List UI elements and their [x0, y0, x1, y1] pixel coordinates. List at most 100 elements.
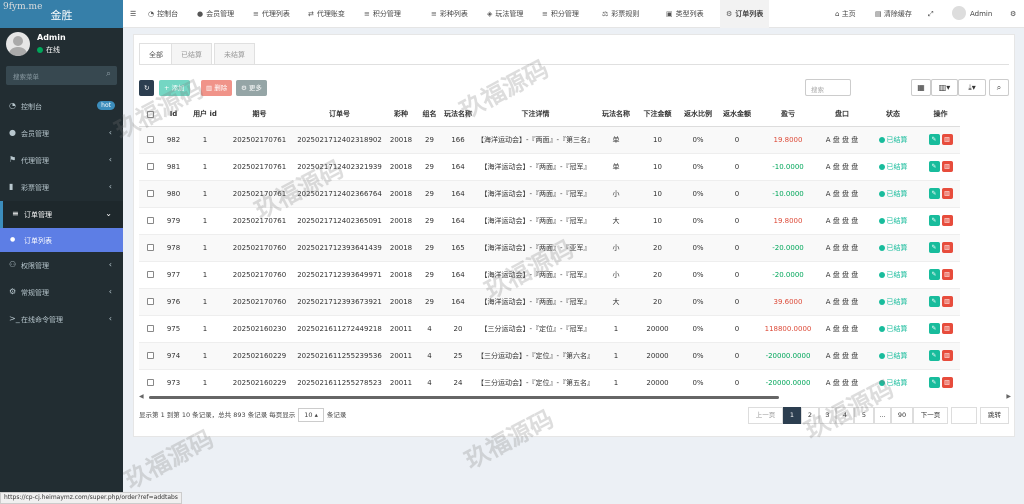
delete-icon[interactable]: ▥	[941, 350, 953, 361]
tab-all[interactable]: 全部	[139, 43, 173, 65]
sidebar-item-6[interactable]: ⚇ 权限管理 ‹	[0, 252, 123, 279]
top-avatar[interactable]	[952, 6, 966, 20]
page-button-0[interactable]: 上一页	[748, 407, 783, 424]
row-checkbox[interactable]	[139, 206, 161, 234]
topnav-tab-label: 类型列表	[675, 10, 704, 18]
sidebar-item-1[interactable]: ● 会员管理 ‹	[0, 120, 123, 147]
topnav-tab-7[interactable]: ≡ 积分管理	[542, 0, 579, 28]
user-icon: ●	[197, 10, 204, 18]
columns-icon[interactable]: ▥▾	[931, 79, 958, 96]
user-status: 在线	[37, 45, 60, 55]
menu-search-input[interactable]: 搜索菜单 ⌕	[6, 66, 117, 85]
fullscreen-icon[interactable]: ⤢	[928, 0, 934, 28]
table-cell: 29	[418, 125, 441, 153]
sidebar-item-8[interactable]: >_ 在线命令管理 ‹	[0, 306, 123, 333]
column-header[interactable]: 彩种	[384, 103, 418, 127]
sidebar-item-2[interactable]: ⚑ 代理管理 ‹	[0, 147, 123, 174]
topnav-tab-8[interactable]: ⚖ 彩票规则	[602, 0, 639, 28]
column-header[interactable]: 期号	[224, 103, 295, 127]
edit-icon[interactable]: ✎	[928, 296, 940, 307]
topnav-tab-6[interactable]: ◈ 玩法管理	[487, 0, 523, 28]
edit-icon[interactable]: ✎	[928, 134, 940, 145]
sidebar-item-3[interactable]: ▮ 彩票管理 ‹	[0, 174, 123, 201]
page-button-7[interactable]: 90	[891, 407, 913, 424]
table-cell: 0%	[679, 125, 717, 153]
tab-settled[interactable]: 已结算	[171, 43, 212, 65]
jump-button[interactable]: 跳转	[980, 407, 1009, 424]
row-checkbox[interactable]	[139, 368, 161, 396]
delete-icon[interactable]: ▥	[941, 296, 953, 307]
home-link[interactable]: ⌂ 主页	[835, 0, 856, 28]
column-header[interactable]: 盈亏	[757, 103, 819, 127]
edit-icon[interactable]: ✎	[928, 215, 940, 226]
edit-icon[interactable]: ✎	[928, 161, 940, 172]
row-checkbox[interactable]	[139, 314, 161, 342]
sidebar-item-7[interactable]: ⚙ 常规管理 ‹	[0, 279, 123, 306]
jump-page-input[interactable]	[951, 407, 977, 424]
topnav-tab-2[interactable]: ≡ 代理列表	[253, 0, 290, 28]
topnav-tab-3[interactable]: ⇄ 代理账变	[308, 0, 345, 28]
row-checkbox[interactable]	[139, 287, 161, 315]
brand-name[interactable]: 金胜	[0, 7, 123, 23]
delete-icon[interactable]: ▥	[941, 269, 953, 280]
column-header[interactable]: 玩法名称	[596, 103, 636, 127]
topnav-tab-1[interactable]: ● 会员管理	[197, 0, 234, 28]
topnav-tab-9[interactable]: ▣ 类型列表	[666, 0, 704, 28]
per-page-select[interactable]: 10 ▴	[298, 408, 324, 422]
search-icon[interactable]: ⌕	[106, 69, 111, 79]
scrollbar-thumb[interactable]	[149, 396, 779, 399]
toggle-view-icon[interactable]: ▦	[911, 79, 931, 96]
column-header[interactable]: 订单号	[295, 103, 384, 127]
edit-icon[interactable]: ✎	[928, 350, 940, 361]
row-checkbox[interactable]	[139, 233, 161, 261]
export-icon[interactable]: ⤓▾	[958, 79, 986, 96]
column-header[interactable]: 组名	[418, 103, 441, 127]
topnav-tab-10[interactable]: ⚙ 订单列表	[720, 0, 770, 28]
delete-icon[interactable]: ▥	[941, 323, 953, 334]
edit-icon[interactable]: ✎	[928, 323, 940, 334]
topnav-tab-0[interactable]: ◔ 控制台	[148, 0, 178, 28]
more-button[interactable]: ⚙ 更多	[236, 80, 267, 96]
sidebar-toggle-icon[interactable]: ☰	[130, 0, 136, 28]
row-checkbox[interactable]	[139, 260, 161, 288]
tab-unsettled[interactable]: 未结算	[214, 43, 255, 65]
table-cell: 已结算	[865, 314, 921, 342]
column-header[interactable]: 状态	[865, 103, 921, 127]
sidebar-item-0[interactable]: ◔ 控制台 hot	[0, 93, 123, 120]
table-cell: 大	[596, 206, 636, 234]
advanced-search-icon[interactable]: ⌕	[989, 79, 1009, 96]
topnav-tab-5[interactable]: ≡ 彩种列表	[431, 0, 468, 28]
topnav-tab-label: 代理账变	[316, 10, 345, 18]
table-cell: 20000	[636, 341, 679, 369]
edit-icon[interactable]: ✎	[928, 377, 940, 389]
delete-icon[interactable]: ▥	[941, 377, 953, 389]
column-header[interactable]: 返水金额	[717, 103, 757, 127]
column-header[interactable]: 盘口	[819, 103, 865, 127]
sidebar-item-5[interactable]: ● 订单列表	[0, 228, 123, 252]
table-cell: 2025021712393649971	[295, 260, 384, 288]
edit-icon[interactable]: ✎	[928, 242, 940, 253]
delete-icon[interactable]: ▥	[941, 134, 953, 145]
delete-icon[interactable]: ▥	[941, 215, 953, 226]
table-cell: A 盘 盘 盘	[819, 260, 865, 288]
topnav-tab-4[interactable]: ≡ 积分管理	[364, 0, 401, 28]
top-user-name[interactable]: Admin	[970, 0, 992, 28]
row-checkbox[interactable]	[139, 341, 161, 369]
delete-icon[interactable]: ▥	[941, 242, 953, 253]
sidebar-item-4[interactable]: ≡ 订单管理 ⌄	[0, 201, 123, 228]
delete-button[interactable]: ▥ 删除	[201, 80, 233, 96]
edit-icon[interactable]: ✎	[928, 269, 940, 280]
row-checkbox[interactable]	[139, 152, 161, 180]
column-header[interactable]: 返水比例	[679, 103, 717, 127]
settings-icon[interactable]: ⚙	[1010, 0, 1016, 28]
delete-icon[interactable]: ▥	[941, 161, 953, 172]
table-search-input[interactable]: 搜索	[805, 79, 851, 96]
column-header[interactable]: 下注金额	[636, 103, 679, 127]
column-header[interactable]: 操作	[921, 103, 960, 127]
page-button-8[interactable]: 下一页	[913, 407, 948, 424]
row-checkbox[interactable]	[139, 179, 161, 207]
clear-cache-button[interactable]: ▤ 清除缓存	[875, 0, 912, 28]
row-actions: ✎ ▥	[921, 368, 960, 396]
edit-icon[interactable]: ✎	[928, 188, 940, 199]
delete-icon[interactable]: ▥	[941, 188, 953, 199]
